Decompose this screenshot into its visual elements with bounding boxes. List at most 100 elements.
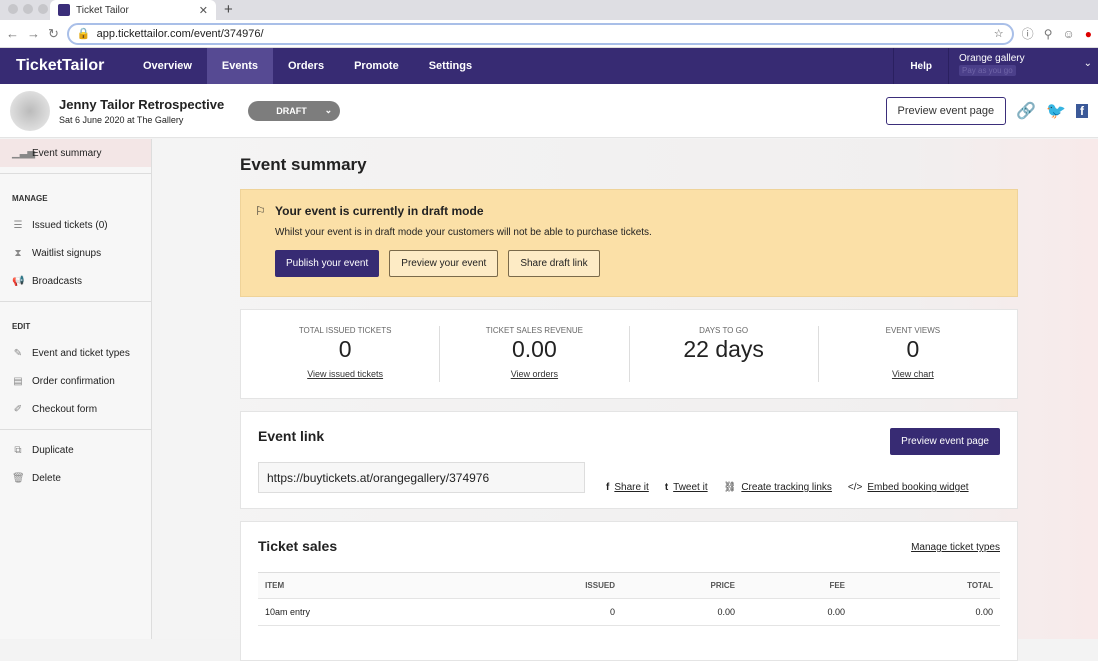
column-header: ISSUED xyxy=(585,581,615,590)
account-menu[interactable]: Orange gallery Pay as you go ⌄ xyxy=(948,48,1098,84)
chevron-down-icon: ⌄ xyxy=(1083,58,1092,69)
new-tab-button[interactable]: + xyxy=(224,1,233,18)
cell: 0.00 xyxy=(717,607,735,617)
share-it-link[interactable]: f Share it xyxy=(606,482,649,493)
preview-event-page-button[interactable]: Preview event page xyxy=(885,96,1007,125)
tab-title: Ticket Tailor xyxy=(76,4,129,16)
embed-booking-widget-link[interactable]: </> Embed booking widget xyxy=(848,482,969,493)
sidebar-item-order-confirmation[interactable]: ▤ Order confirmation xyxy=(0,367,151,395)
tweet-it-link[interactable]: t Tweet it xyxy=(665,482,708,493)
sidebar-item-broadcasts[interactable]: 📢 Broadcasts xyxy=(0,267,151,295)
sidebar-item-delete[interactable]: 🗑 Delete xyxy=(0,464,151,492)
cell: 0.00 xyxy=(827,607,845,617)
chevron-down-icon: ⌄ xyxy=(324,105,333,115)
ticket-sales-card: Ticket sales Manage ticket types ITEM ISS… xyxy=(240,521,1018,661)
help-link[interactable]: Help xyxy=(893,48,948,84)
section-heading: EDIT xyxy=(12,322,31,331)
status-label: DRAFT xyxy=(276,105,307,116)
sidebar-item-issued-tickets[interactable]: ☰ Issued tickets (0) xyxy=(0,211,151,239)
sidebar-item-event-ticket-types[interactable]: ✎ Event and ticket types xyxy=(0,339,151,367)
sidebar: ▁▃▅ Event summary MANAGE ☰ Issued tickets … xyxy=(0,139,152,639)
stat-days-to-go: DAYS TO GO 22 days xyxy=(630,326,819,382)
url-text: app.tickettailor.com/event/374976/ xyxy=(96,27,264,40)
link-label: Tweet it xyxy=(673,482,708,493)
event-url-field[interactable]: https://buytickets.at/orangegallery/3749… xyxy=(258,462,585,493)
reload-icon[interactable]: ↻ xyxy=(48,26,59,42)
preview-event-page-button[interactable]: Preview event page xyxy=(890,428,1000,455)
cell: 0 xyxy=(609,607,615,617)
stat-label: TICKET SALES REVENUE xyxy=(485,326,583,335)
stats-card: TOTAL ISSUED TICKETS 0 View issued tickets… xyxy=(240,309,1018,399)
view-issued-tickets-link[interactable]: View issued tickets xyxy=(307,369,383,379)
lock-icon: 🔒 xyxy=(76,28,91,40)
link-icon: ⛓ xyxy=(723,482,737,493)
stat-revenue: TICKET SALES REVENUE 0.00 View orders xyxy=(440,326,630,382)
logo[interactable]: TicketTailor xyxy=(0,57,120,75)
share-draft-link-button[interactable]: Share draft link xyxy=(508,250,600,277)
table-row: 10am entry 0 0.00 0.00 0.00 xyxy=(258,599,1000,626)
sidebar-label: Event and ticket types xyxy=(32,347,130,359)
extension-icon[interactable]: ⓘ xyxy=(1022,25,1034,42)
nav-orders[interactable]: Orders xyxy=(273,48,339,84)
event-image xyxy=(10,90,50,131)
profile-avatar[interactable]: ☺ xyxy=(1062,27,1074,41)
status-dropdown[interactable]: DRAFT ⌄ xyxy=(248,100,341,121)
sidebar-item-event-summary[interactable]: ▁▃▅ Event summary xyxy=(0,139,151,167)
link-label: Create tracking links xyxy=(741,482,832,493)
column-header: TOTAL xyxy=(967,581,993,590)
sidebar-label: Broadcasts xyxy=(32,275,83,287)
event-link-card: Event link Preview event page https://bu… xyxy=(240,411,1018,509)
stat-label: TOTAL ISSUED TICKETS xyxy=(298,326,392,335)
pencil-icon: ✎ xyxy=(13,347,23,359)
sidebar-item-waitlist[interactable]: ⧗ Waitlist signups xyxy=(0,239,151,267)
publish-event-button[interactable]: Publish your event xyxy=(275,250,380,277)
form-icon: ✐ xyxy=(13,403,23,415)
column-header: PRICE xyxy=(710,581,735,590)
browser-tab[interactable]: Ticket Tailor ✕ xyxy=(50,0,216,20)
url-input[interactable]: 🔒 app.tickettailor.com/event/374976/ ☆ xyxy=(66,22,1014,45)
section-title: Ticket sales xyxy=(258,538,338,554)
close-tab-icon[interactable]: ✕ xyxy=(199,4,208,17)
megaphone-icon: 📢 xyxy=(12,275,25,287)
stat-label: EVENT VIEWS xyxy=(885,326,941,335)
sidebar-label: Duplicate xyxy=(32,444,74,456)
twitter-icon[interactable]: 🐦 xyxy=(1046,101,1066,121)
sidebar-label: Event summary xyxy=(32,147,102,159)
bookmark-star-icon[interactable]: ☆ xyxy=(994,27,1004,40)
sidebar-item-duplicate[interactable]: ⧉ Duplicate xyxy=(0,436,151,464)
stat-value: 0 xyxy=(338,336,352,362)
table-header: ITEM ISSUED PRICE FEE TOTAL xyxy=(258,573,1000,599)
stat-event-views: EVENT VIEWS 0 View chart xyxy=(819,326,1007,382)
duplicate-icon: ⧉ xyxy=(14,444,22,456)
nav-overview[interactable]: Overview xyxy=(128,48,207,84)
nav-settings[interactable]: Settings xyxy=(414,48,487,84)
account-name: Orange gallery xyxy=(959,53,1025,64)
create-tracking-links-link[interactable]: ⛓ Create tracking links xyxy=(724,482,832,493)
banner-title: Your event is currently in draft mode xyxy=(255,204,983,218)
stat-value: 22 days xyxy=(683,336,764,362)
forward-icon[interactable]: → xyxy=(27,26,40,41)
section-title: Event link xyxy=(258,428,325,444)
sidebar-item-checkout-form[interactable]: ✐ Checkout form xyxy=(0,395,151,423)
window-controls[interactable] xyxy=(8,4,48,14)
manage-ticket-types-link[interactable]: Manage ticket types xyxy=(911,542,1000,553)
nav-events[interactable]: Events xyxy=(206,48,273,84)
extension-icon[interactable]: ⚲ xyxy=(1044,27,1053,41)
nav-promote[interactable]: Promote xyxy=(339,48,414,84)
browser-tabbar: Ticket Tailor ✕ + xyxy=(0,0,1098,20)
preview-your-event-button[interactable]: Preview your event xyxy=(389,250,499,277)
bar-chart-icon: ▁▃▅ xyxy=(12,147,36,159)
back-icon[interactable]: ← xyxy=(6,26,19,41)
extension-icon[interactable]: ● xyxy=(1085,27,1092,41)
link-icon[interactable]: 🔗 xyxy=(1016,101,1036,121)
view-chart-link[interactable]: View chart xyxy=(892,369,934,379)
column-header: FEE xyxy=(829,581,845,590)
event-header: Jenny Tailor Retrospective Sat 6 June 202… xyxy=(0,84,1098,138)
trash-icon: 🗑 xyxy=(12,472,25,484)
sidebar-label: Waitlist signups xyxy=(32,247,102,259)
document-icon: ▤ xyxy=(13,375,23,387)
view-orders-link[interactable]: View orders xyxy=(511,369,558,379)
stat-value: 0 xyxy=(906,336,920,362)
event-date: Sat 6 June 2020 at The Gallery xyxy=(59,114,184,125)
facebook-icon[interactable]: f xyxy=(1076,103,1088,118)
